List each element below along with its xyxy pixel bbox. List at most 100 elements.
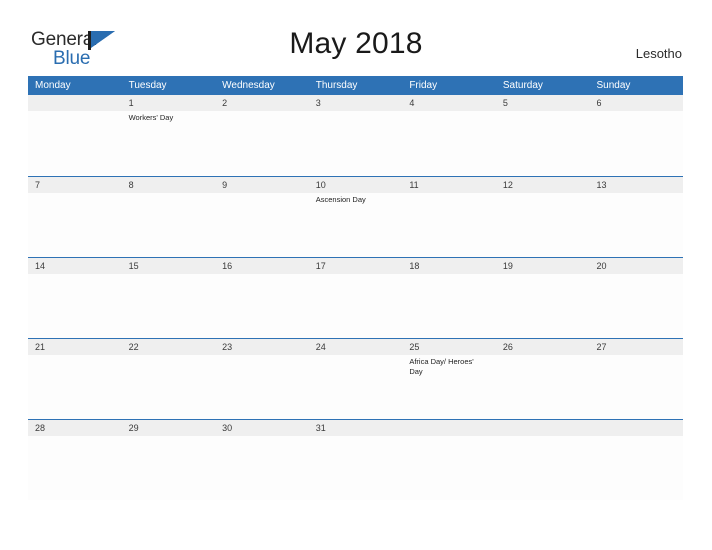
day-cell[interactable] [402, 193, 496, 257]
calendar-week-row: 7 8 9 10 11 12 13 Ascension Day [28, 176, 683, 257]
day-number[interactable]: 19 [496, 258, 590, 274]
day-number [402, 420, 496, 436]
day-number[interactable]: 6 [589, 95, 683, 111]
day-number [589, 420, 683, 436]
calendar-week-row: 1 2 3 4 5 6 Workers' Day [28, 95, 683, 176]
day-number[interactable]: 16 [215, 258, 309, 274]
day-cell[interactable] [215, 193, 309, 257]
day-cell[interactable] [589, 355, 683, 419]
day-event-band: Workers' Day [28, 111, 683, 175]
day-number[interactable]: 18 [402, 258, 496, 274]
calendar-grid: Monday Tuesday Wednesday Thursday Friday Satu… [28, 76, 683, 500]
day-event-band [28, 274, 683, 338]
day-cell[interactable] [496, 193, 590, 257]
day-number[interactable]: 1 [122, 95, 216, 111]
day-number[interactable]: 25 [402, 339, 496, 355]
day-number[interactable]: 9 [215, 177, 309, 193]
day-number[interactable]: 21 [28, 339, 122, 355]
page-title: May 2018 [289, 27, 423, 60]
day-number[interactable]: 30 [215, 420, 309, 436]
calendar-week-row: 28 29 30 31 [28, 419, 683, 500]
day-cell[interactable] [402, 111, 496, 175]
calendar-week-row: 21 22 23 24 25 26 27 Africa Day/ Heroes' Day [28, 338, 683, 419]
day-cell[interactable] [28, 355, 122, 419]
day-cell[interactable]: Africa Day/ Heroes' Day [402, 355, 496, 419]
holiday-event-label: Ascension Day [315, 195, 366, 204]
day-cell [496, 436, 590, 500]
weekday-header-tuesday: Tuesday [128, 80, 167, 91]
day-cell[interactable] [496, 111, 590, 175]
day-number[interactable]: 22 [122, 339, 216, 355]
day-cell[interactable] [215, 436, 309, 500]
day-cell[interactable] [28, 436, 122, 500]
day-cell[interactable] [496, 274, 590, 338]
weekday-header-saturday: Saturday [502, 80, 543, 91]
day-number [28, 95, 122, 111]
day-number[interactable]: 28 [28, 420, 122, 436]
day-event-band: Africa Day/ Heroes' Day [28, 355, 683, 419]
holiday-event-label: Workers' Day [128, 113, 174, 122]
day-number[interactable]: 8 [122, 177, 216, 193]
day-cell [28, 111, 122, 175]
day-cell[interactable] [215, 111, 309, 175]
day-event-band [28, 436, 683, 500]
day-cell[interactable] [215, 274, 309, 338]
day-cell[interactable] [496, 355, 590, 419]
day-number[interactable]: 13 [589, 177, 683, 193]
day-number[interactable]: 4 [402, 95, 496, 111]
day-cell[interactable] [122, 355, 216, 419]
day-number[interactable]: 3 [309, 95, 403, 111]
weekday-header-friday: Friday [409, 80, 438, 91]
day-number-band: 123456 [28, 95, 683, 111]
day-number[interactable]: 31 [309, 420, 403, 436]
day-number[interactable]: 29 [122, 420, 216, 436]
day-event-band: Ascension Day [28, 193, 683, 257]
day-number[interactable]: 23 [215, 339, 309, 355]
day-number[interactable]: 5 [496, 95, 590, 111]
calendar-weeks: 1 2 3 4 5 6 Workers' Day 7 8 9 10 11 12 13 Ascension D… [28, 95, 683, 500]
day-number[interactable]: 17 [309, 258, 403, 274]
day-cell[interactable] [215, 355, 309, 419]
weekday-header-thursday: Thursday [315, 80, 358, 91]
day-cell[interactable] [28, 274, 122, 338]
day-cell[interactable] [122, 193, 216, 257]
day-number[interactable]: 14 [28, 258, 122, 274]
day-number[interactable]: 26 [496, 339, 590, 355]
day-cell[interactable] [309, 274, 403, 338]
weekday-header-row: Monday Tuesday Wednesday Thursday Friday Satu… [28, 76, 683, 95]
day-cell[interactable] [309, 355, 403, 419]
day-number[interactable]: 27 [589, 339, 683, 355]
day-cell[interactable] [402, 274, 496, 338]
day-number[interactable]: 12 [496, 177, 590, 193]
weekday-header-monday: Monday [35, 80, 71, 91]
page-header: General Blue May 2018 Lesotho [0, 0, 712, 76]
day-cell[interactable]: Workers' Day [122, 111, 216, 175]
holiday-event-label: Africa Day/ Heroes' Day [409, 357, 474, 376]
day-number[interactable]: 7 [28, 177, 122, 193]
day-cell [402, 436, 496, 500]
day-cell[interactable] [309, 111, 403, 175]
calendar-week-row: 14 15 16 17 18 19 20 [28, 257, 683, 338]
day-cell[interactable] [309, 436, 403, 500]
weekday-header-wednesday: Wednesday [222, 80, 275, 91]
day-cell[interactable] [122, 436, 216, 500]
day-number-band: 21 22 23 24 25 26 27 [28, 339, 683, 355]
day-cell[interactable] [589, 193, 683, 257]
day-number[interactable]: 20 [589, 258, 683, 274]
day-cell[interactable] [589, 111, 683, 175]
country-label: Lesotho [635, 46, 682, 61]
day-number-band: 7 8 9 10 11 12 13 [28, 177, 683, 193]
day-number[interactable]: 11 [402, 177, 496, 193]
day-number-band: 28 29 30 31 [28, 420, 683, 436]
day-cell[interactable] [122, 274, 216, 338]
day-number[interactable]: 24 [309, 339, 403, 355]
day-cell[interactable]: Ascension Day [309, 193, 403, 257]
day-cell [589, 436, 683, 500]
day-number[interactable]: 15 [122, 258, 216, 274]
day-cell[interactable] [28, 193, 122, 257]
day-number [496, 420, 590, 436]
day-cell[interactable] [589, 274, 683, 338]
day-number-band: 14 15 16 17 18 19 20 [28, 258, 683, 274]
day-number[interactable]: 2 [215, 95, 309, 111]
day-number[interactable]: 10 [309, 177, 403, 193]
